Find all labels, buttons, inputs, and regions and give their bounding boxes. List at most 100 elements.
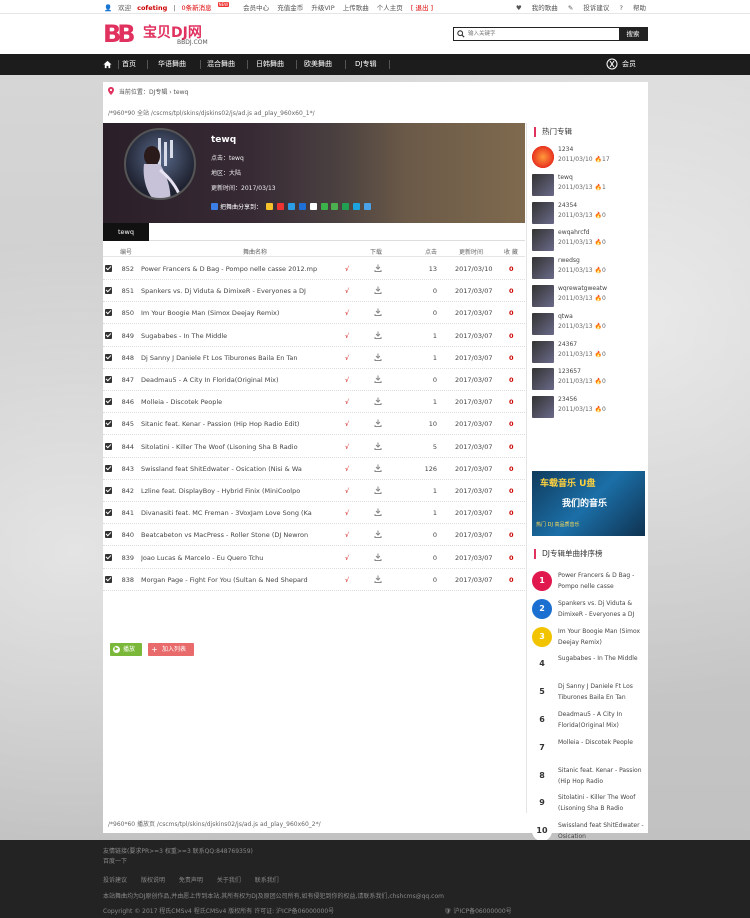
upload-song-link[interactable]: 上传歌曲 [343,4,369,12]
download-icon[interactable] [374,264,382,272]
hot-album-item[interactable]: 123657 2011/03/13 🔥0 [532,367,648,392]
row-checkbox[interactable] [105,331,112,339]
logout-link[interactable]: [ 退出 ] [411,4,433,12]
download-icon[interactable] [374,508,382,517]
album-name[interactable]: 24354 [558,202,577,209]
rank-item[interactable]: 1 Power Francers & D Bag - Pompo nelle ca… [532,569,648,597]
album-thumbnail[interactable] [532,146,554,168]
row-checkbox[interactable] [105,309,112,317]
nav-jpkr-dance[interactable]: 日韩舞曲 [256,54,284,75]
hot-album-item[interactable]: tewq 2011/03/13 🔥1 [532,173,648,198]
song-title-link[interactable]: Sitolatini - Killer The Woof (Lisoning S… [141,443,341,451]
rank-song-title[interactable]: Sugababes - In The Middle [558,653,650,664]
song-title-link[interactable]: Deadmau5 - A City In Florida(Original Mi… [141,376,341,384]
album-thumbnail[interactable] [532,285,554,307]
download-icon[interactable] [374,486,382,494]
download-icon[interactable] [374,353,382,361]
album-thumbnail[interactable] [532,257,554,280]
rank-item[interactable]: 4 Sugababes - In The Middle [532,652,648,680]
album-thumbnail[interactable] [532,229,554,252]
download-icon[interactable] [374,286,382,295]
username-link[interactable]: cofeting [137,4,167,12]
row-checkbox[interactable] [105,575,112,583]
song-title-link[interactable]: Joao Lucas & Marcelo - Eu Quero Tchu [141,554,341,562]
row-checkbox[interactable] [105,420,112,428]
rank-song-title[interactable]: Im Your Boogie Man (Simox Deejay Remix) [558,626,650,648]
new-message-link[interactable]: 0条新消息 NEW [181,2,235,12]
help-link[interactable]: ? 帮助 [619,4,646,12]
feedback-link[interactable]: ✎ 投诉建议 [568,4,610,12]
album-name[interactable]: 24367 [558,341,577,348]
rank-item[interactable]: 5 Dj Sanny J Daniele Ft Los Tiburones Bai… [532,680,648,708]
album-thumbnail[interactable] [532,201,554,224]
rank-song-title[interactable]: Spankers vs. Dj Viduta & DimixeR - Every… [558,598,650,620]
sidebar-ad[interactable]: 车载音乐 U盘 我们的音乐 热门 DJ 高品质音乐 [532,471,645,536]
rank-song-title[interactable]: Molleia - Discotek People [558,737,650,748]
rank-song-title[interactable]: Swissland feat ShitEdwater - Osication [558,820,650,842]
site-logo[interactable]: BB 宝贝DJ网 BBDJ.COM [103,20,243,50]
share-qzone-icon[interactable] [265,203,273,210]
song-title-link[interactable]: Molleia - Discotek People [141,398,341,406]
add-to-list-button[interactable]: + 加入列表 [148,643,194,656]
row-checkbox[interactable] [105,287,112,295]
home-icon[interactable] [103,60,112,69]
album-name[interactable]: 23456 [558,396,577,403]
recharge-link[interactable]: 充值金币 [277,4,303,12]
share-more-icon[interactable] [364,203,372,210]
hot-album-item[interactable]: 24354 2011/03/13 🔥0 [532,201,648,226]
footer-icp[interactable]: 🛡 沪ICP备06000000号 [444,906,512,915]
download-icon[interactable] [374,530,382,539]
song-title-link[interactable]: Dj Sanny J Daniele Ft Los Tiburones Bail… [141,354,341,362]
download-icon[interactable] [374,464,382,472]
album-name[interactable]: wqrewatgweatw [558,285,607,292]
row-checkbox[interactable] [105,464,112,472]
song-title-link[interactable]: Beatcabeton vs MacPress - Roller Stone (… [141,531,341,539]
rank-song-title[interactable]: Deadmau5 - A City In Florida(Original Mi… [558,709,650,731]
my-songs-link[interactable]: ♥ 我的歌曲 [516,4,558,12]
row-checkbox[interactable] [105,553,112,561]
row-checkbox[interactable] [105,376,112,383]
search-input[interactable] [468,29,618,39]
row-checkbox[interactable] [105,487,112,494]
row-checkbox[interactable] [105,398,112,406]
album-thumbnail[interactable] [532,173,554,196]
rank-item[interactable]: 7 Molleia - Discotek People [532,736,648,764]
footer-link-copyright[interactable]: 版权说明 [141,877,165,884]
hot-album-item[interactable]: wqrewatgweatw 2011/03/13 🔥0 [532,284,648,309]
album-name[interactable]: rwedsg [558,257,580,264]
download-icon[interactable] [374,553,382,561]
rank-item[interactable]: 3 Im Your Boogie Man (Simox Deejay Remix) [532,625,648,653]
album-thumbnail[interactable] [532,340,554,363]
breadcrumb-path[interactable]: DJ专辑 › tewq [149,89,188,96]
row-checkbox[interactable] [105,353,112,361]
album-thumbnail[interactable] [532,368,554,391]
song-title-link[interactable]: Lzline feat. DisplayBoy - Hybrid Finix (… [141,487,341,495]
tab-album[interactable]: tewq [103,223,149,241]
rank-item[interactable]: 8 Sitanic feat. Kenar - Passion (Hip Hop … [532,764,648,792]
search-button[interactable]: 搜索 [619,28,647,40]
share-kaixin-icon[interactable] [342,203,350,210]
row-checkbox[interactable] [105,265,112,272]
play-button[interactable]: ▶ 播放 [110,643,142,656]
album-name[interactable]: qtwa [558,313,573,320]
song-title-link[interactable]: Sitanic feat. Kenar - Passion (Hip Hop R… [141,420,341,428]
song-title-link[interactable]: Power Francers & D Bag - Pompo nelle cas… [141,265,341,273]
hot-album-item[interactable]: ewqahrcfd 2011/03/13 🔥0 [532,228,648,253]
nav-western-dance[interactable]: 欧美舞曲 [304,54,332,75]
nav-home[interactable]: 首页 [122,54,136,75]
rank-item[interactable]: 9 Sitolatini - Killer The Woof (Lisoning … [532,791,648,819]
album-name[interactable]: tewq [558,174,573,181]
nav-mixed-dance[interactable]: 混合舞曲 [207,54,235,75]
member-button[interactable]: 会员 [606,58,636,71]
share-plus-icon[interactable] [211,203,218,210]
share-qq-weibo-icon[interactable] [287,203,295,210]
song-title-link[interactable]: Sugababes - In The Middle [141,332,341,340]
rank-song-title[interactable]: Dj Sanny J Daniele Ft Los Tiburones Bail… [558,681,650,703]
nav-chinese-dance[interactable]: 华语舞曲 [158,54,186,75]
rank-item[interactable]: 2 Spankers vs. Dj Viduta & DimixeR - Ever… [532,597,648,625]
rank-item[interactable]: 6 Deadmau5 - A City In Florida(Original M… [532,708,648,736]
footer-link-about[interactable]: 关于我们 [217,877,241,884]
hot-album-item[interactable]: rwedsg 2011/03/13 🔥0 [532,256,648,281]
share-people-icon[interactable] [309,203,317,210]
rank-song-title[interactable]: Power Francers & D Bag - Pompo nelle cas… [558,570,650,592]
